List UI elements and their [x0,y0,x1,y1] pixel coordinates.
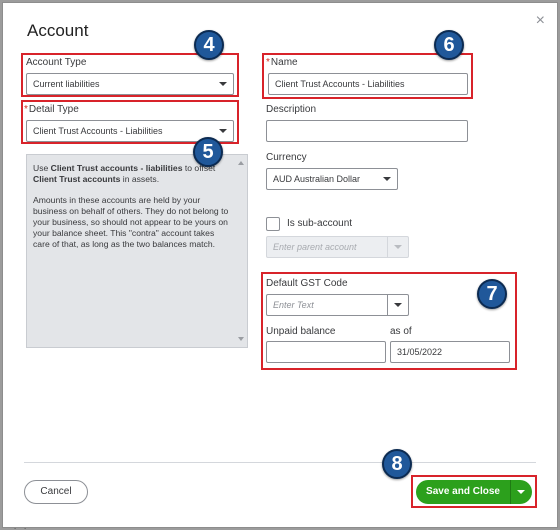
help-paragraph-1: Use Client Trust accounts - liabilities … [33,163,216,184]
scroll-up-icon[interactable] [238,161,244,165]
dialog-title: Account [27,21,89,40]
annotation-box-name [262,53,473,99]
scroll-down-icon[interactable] [238,337,244,341]
footer-divider [24,462,536,463]
annotation-badge-7: 7 [477,279,507,309]
currency-label: Currency [266,152,307,163]
description-label: Description [266,104,317,115]
annotation-box-save [411,475,537,508]
description-input[interactable] [266,120,468,142]
chevron-down-icon [377,169,397,189]
sub-account-label: Is sub-account [287,218,353,229]
currency-select[interactable]: AUD Australian Dollar [266,168,398,190]
annotation-badge-5: 5 [193,137,223,167]
parent-account-select[interactable]: Enter parent account [266,236,409,258]
parent-account-placeholder: Enter parent account [273,242,357,252]
cancel-button[interactable]: Cancel [24,480,88,504]
help-paragraph-2: Amounts in these accounts are held by yo… [33,195,229,249]
close-icon[interactable]: × [536,13,545,29]
annotation-badge-6: 6 [434,30,464,60]
detail-type-help-panel: Use Client Trust accounts - liabilities … [26,154,248,348]
annotation-badge-8: 8 [382,449,412,479]
sub-account-checkbox[interactable] [266,217,280,231]
annotation-badge-4: 4 [194,30,224,60]
currency-value: AUD Australian Dollar [273,174,361,184]
chevron-down-icon [387,237,408,257]
help-scrollbar[interactable] [237,159,245,343]
